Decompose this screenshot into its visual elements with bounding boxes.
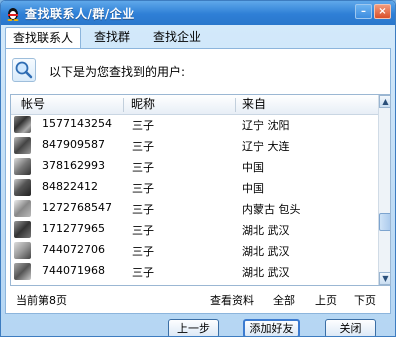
avatar bbox=[14, 137, 31, 154]
account-cell: 378162993 bbox=[42, 159, 105, 172]
account-cell: 84822412 bbox=[42, 180, 98, 193]
nickname-cell: 三子 bbox=[132, 224, 154, 237]
avatar bbox=[14, 242, 31, 259]
location-cell: 湖北 武汉 bbox=[242, 245, 290, 258]
table-row[interactable]: 171277965 三子 湖北 武汉 bbox=[11, 220, 377, 239]
nickname-cell: 三子 bbox=[132, 203, 154, 216]
next-page-link[interactable]: 下页 bbox=[354, 292, 376, 308]
location-cell: 湖北 武汉 bbox=[242, 266, 290, 279]
tab-find-enterprise[interactable]: 查找企业 bbox=[145, 27, 209, 48]
column-header-nickname[interactable]: 昵称 bbox=[131, 95, 155, 114]
tab-find-contacts[interactable]: 查找联系人 bbox=[5, 27, 81, 50]
avatar bbox=[14, 179, 31, 196]
avatar bbox=[14, 158, 31, 175]
column-header-from[interactable]: 来自 bbox=[242, 95, 266, 114]
account-cell: 171277965 bbox=[42, 222, 105, 235]
nickname-cell: 三子 bbox=[132, 161, 154, 174]
search-icon bbox=[12, 58, 36, 82]
scroll-up-arrow-icon[interactable]: ▲ bbox=[379, 95, 390, 108]
account-cell: 1577143254 bbox=[42, 117, 112, 130]
account-cell: 744072706 bbox=[42, 243, 105, 256]
avatar bbox=[14, 200, 31, 217]
column-header-account[interactable]: 帐号 bbox=[21, 95, 45, 114]
back-button[interactable]: 上一步 bbox=[168, 319, 219, 336]
window-title: 查找联系人/群/企业 bbox=[25, 7, 135, 21]
location-cell: 辽宁 大连 bbox=[242, 140, 290, 153]
nickname-cell: 三子 bbox=[132, 182, 154, 195]
avatar bbox=[14, 221, 31, 238]
close-icon: × bbox=[378, 6, 387, 17]
account-cell: 744071968 bbox=[42, 264, 105, 277]
minimize-button[interactable]: – bbox=[355, 4, 372, 19]
minimize-icon: – bbox=[361, 6, 366, 17]
close-window-button[interactable]: × bbox=[374, 4, 391, 19]
location-cell: 湖北 武汉 bbox=[242, 224, 290, 237]
account-cell: 1272768547 bbox=[42, 201, 112, 214]
table-header: 帐号 昵称 来自 bbox=[11, 95, 378, 115]
column-divider[interactable] bbox=[235, 98, 236, 112]
results-table: 帐号 昵称 来自 1577143254 三子 辽宁 沈阳 847909587 三… bbox=[10, 94, 391, 286]
table-row[interactable]: 847909587 三子 辽宁 大连 bbox=[11, 136, 377, 155]
location-cell: 中国 bbox=[242, 182, 264, 195]
all-link[interactable]: 全部 bbox=[273, 292, 295, 308]
find-contacts-window: 查找联系人/群/企业 – × 查找联系人 查找群 查找企业 以下是为您查找到的用… bbox=[0, 0, 396, 337]
qq-penguin-icon bbox=[7, 8, 19, 21]
location-cell: 辽宁 沈阳 bbox=[242, 119, 290, 132]
avatar bbox=[14, 116, 31, 133]
avatar bbox=[14, 263, 31, 280]
table-row[interactable]: 1272768547 三子 内蒙古 包头 bbox=[11, 199, 377, 218]
table-row[interactable]: 1577143254 三子 辽宁 沈阳 bbox=[11, 115, 377, 134]
scroll-thumb[interactable] bbox=[379, 213, 390, 231]
table-row[interactable]: 744071968 三子 湖北 武汉 bbox=[11, 262, 377, 281]
results-panel: 以下是为您查找到的用户: 帐号 昵称 来自 1577143254 三子 辽宁 沈… bbox=[5, 48, 391, 314]
location-cell: 中国 bbox=[242, 161, 264, 174]
prev-page-link[interactable]: 上页 bbox=[315, 292, 337, 308]
nickname-cell: 三子 bbox=[132, 140, 154, 153]
add-friend-button[interactable]: 添加好友 bbox=[243, 319, 300, 336]
view-profile-link[interactable]: 查看资料 bbox=[210, 292, 254, 308]
vertical-scrollbar[interactable]: ▲ ▼ bbox=[378, 95, 390, 285]
scroll-down-arrow-icon[interactable]: ▼ bbox=[379, 272, 390, 285]
column-divider[interactable] bbox=[123, 98, 124, 112]
close-button[interactable]: 关闭 bbox=[325, 319, 376, 336]
account-cell: 847909587 bbox=[42, 138, 105, 151]
nickname-cell: 三子 bbox=[132, 119, 154, 132]
tab-find-group[interactable]: 查找群 bbox=[85, 27, 139, 48]
nickname-cell: 三子 bbox=[132, 266, 154, 279]
table-row[interactable]: 378162993 三子 中国 bbox=[11, 157, 377, 176]
table-row[interactable]: 84822412 三子 中国 bbox=[11, 178, 377, 197]
nickname-cell: 三子 bbox=[132, 245, 154, 258]
location-cell: 内蒙古 包头 bbox=[242, 203, 301, 216]
results-hint: 以下是为您查找到的用户: bbox=[49, 65, 186, 79]
table-row[interactable]: 744072706 三子 湖北 武汉 bbox=[11, 241, 377, 260]
page-indicator: 当前第8页 bbox=[16, 294, 67, 307]
title-bar[interactable]: 查找联系人/群/企业 – × bbox=[1, 1, 395, 25]
